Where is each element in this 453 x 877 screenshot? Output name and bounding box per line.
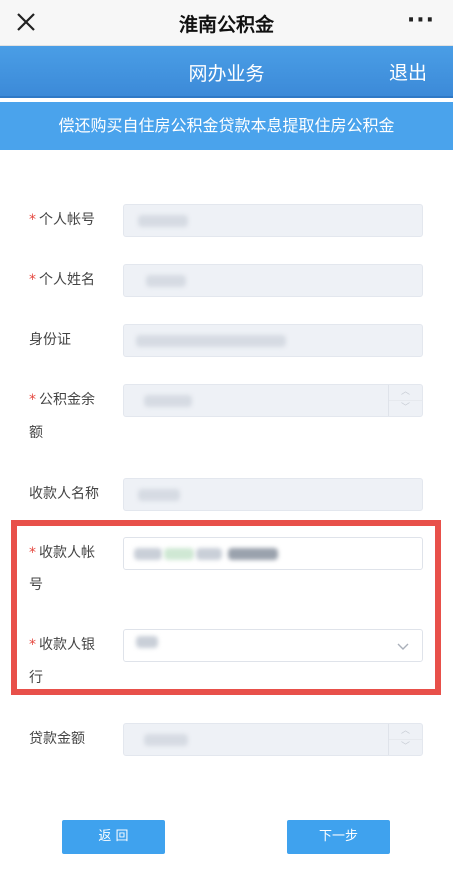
stepper-control[interactable]: ︿ ﹀ (388, 385, 422, 416)
masked-value (136, 335, 286, 347)
loan-amount-stepper[interactable]: ︿ ﹀ (123, 723, 423, 756)
app-topbar: 淮南公积金 ··· (0, 0, 453, 46)
masked-value (146, 275, 186, 287)
payee-name-field[interactable] (123, 478, 423, 511)
decrement-icon[interactable]: ﹀ (389, 401, 422, 417)
fund-balance-stepper[interactable]: ︿ ﹀ (123, 384, 423, 417)
page-title: 网办业务 (188, 63, 265, 85)
back-button[interactable]: 返 回 (62, 820, 165, 854)
stepper-control[interactable]: ︿ ﹀ (388, 724, 422, 755)
masked-value (144, 734, 188, 746)
masked-value (138, 215, 188, 227)
next-step-button[interactable]: 下一步 (287, 820, 390, 854)
personal-account-field[interactable] (123, 204, 423, 237)
logout-button[interactable]: 退出 (389, 58, 427, 85)
masked-value (144, 395, 192, 407)
id-card-field[interactable] (123, 324, 423, 357)
field-label-balance: * 公积金余 (29, 392, 95, 408)
more-menu-icon[interactable]: ··· (407, 8, 435, 33)
field-label-balance-wrap: 额 (29, 425, 43, 441)
field-label-account: * 个人帐号 (29, 212, 95, 228)
masked-value (138, 489, 180, 501)
increment-icon[interactable]: ︿ (389, 385, 422, 401)
app-title: 淮南公积金 (178, 14, 274, 36)
field-label-name: * 个人姓名 (29, 272, 95, 288)
field-label-loan-amount: 贷款金额 (29, 731, 85, 747)
service-banner: 偿还购买自住房公积金贷款本息提取住房公积金 (0, 102, 453, 150)
nav-bar: 网办业务 退出 (0, 46, 453, 98)
decrement-icon[interactable]: ﹀ (389, 740, 422, 756)
field-label-id-card: 身份证 (29, 332, 71, 348)
field-label-payee-name: 收款人名称 (29, 486, 99, 502)
increment-icon[interactable]: ︿ (389, 724, 422, 740)
highlight-box (11, 520, 441, 695)
personal-name-field[interactable] (123, 264, 423, 297)
